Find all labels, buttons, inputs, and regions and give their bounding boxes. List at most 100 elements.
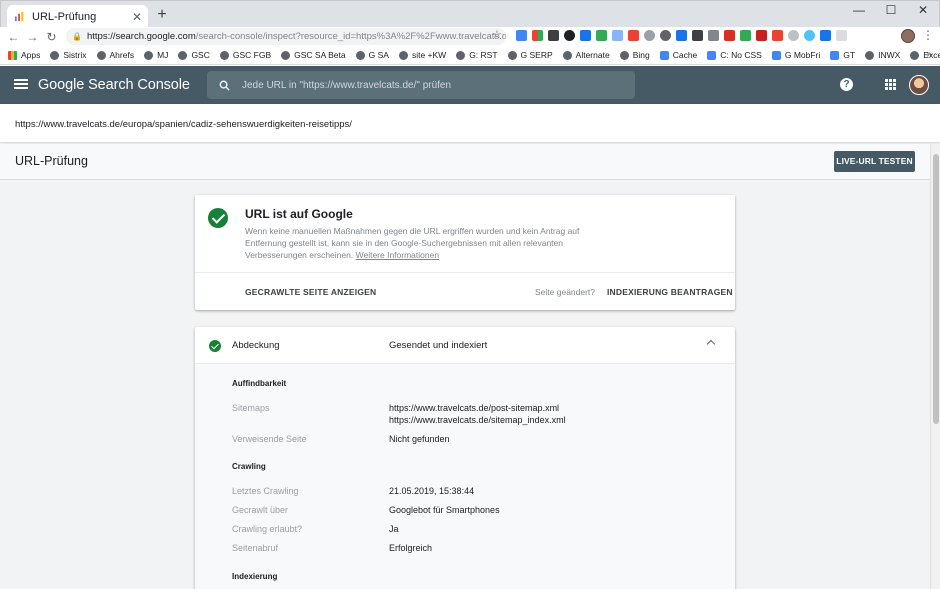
- extension-icon[interactable]: [580, 30, 591, 41]
- bookmark-item[interactable]: GT: [830, 50, 855, 60]
- bookmark-item[interactable]: MJ: [144, 50, 168, 60]
- bookmark-item[interactable]: GSC SA Beta: [281, 50, 346, 60]
- extension-icon[interactable]: [740, 30, 751, 41]
- url-inspect-search[interactable]: Jede URL in "https://www.travelcats.de/"…: [207, 71, 635, 99]
- extension-icon[interactable]: [708, 30, 719, 41]
- section-indexing: Indexierung: [232, 572, 278, 581]
- lock-icon: 🔒: [72, 32, 82, 41]
- menu-icon[interactable]: [14, 77, 28, 91]
- bookmark-favicon-icon: [281, 50, 291, 60]
- bookmark-item[interactable]: Cache: [659, 50, 697, 60]
- check-circle-icon: [209, 340, 221, 352]
- search-console-logo[interactable]: Google Search Console: [38, 77, 190, 93]
- bookmark-item[interactable]: GSC FGB: [219, 50, 271, 60]
- extension-icon[interactable]: [820, 30, 831, 41]
- search-icon: [219, 80, 230, 91]
- tab-title: URL-Prüfung: [32, 10, 97, 23]
- bookmark-favicon-icon: [456, 50, 466, 60]
- new-tab-button[interactable]: +: [154, 5, 170, 25]
- profile-avatar-icon[interactable]: [901, 29, 915, 43]
- browser-menu-icon[interactable]: ⋮: [922, 28, 934, 42]
- crawled-as-label: Gecrawlt über: [232, 505, 289, 515]
- scrollbar-thumb[interactable]: [933, 154, 939, 424]
- bookmark-label: G SA: [368, 50, 389, 60]
- maximize-icon[interactable]: ☐: [875, 1, 907, 23]
- coverage-details: Auffindbarkeit Sitemaps https://www.trav…: [195, 364, 735, 589]
- bookmark-label: G SERP: [520, 50, 553, 60]
- status-description: Wenn keine manuellen Maßnahmen gegen die…: [245, 225, 585, 261]
- last-crawl-label: Letztes Crawling: [232, 486, 299, 496]
- check-circle-icon: [208, 208, 228, 228]
- bookmark-favicon-icon: [507, 50, 517, 60]
- bookmark-item[interactable]: Apps: [8, 50, 40, 60]
- bookmark-item[interactable]: site +KW: [398, 50, 447, 60]
- crawl-allowed-value: Ja: [389, 524, 399, 534]
- request-indexing-button[interactable]: INDEXIERUNG BEANTRAGEN: [607, 287, 733, 297]
- scrollbar[interactable]: [930, 144, 940, 589]
- browser-tab[interactable]: URL-Prüfung ✕: [7, 5, 148, 28]
- bookmark-item[interactable]: Sistrix: [50, 50, 87, 60]
- bookmark-favicon-icon: [219, 50, 229, 60]
- extension-icon[interactable]: [532, 30, 543, 41]
- extension-icon[interactable]: [660, 30, 671, 41]
- extension-icon[interactable]: [836, 30, 847, 41]
- extension-icon[interactable]: [692, 30, 703, 41]
- view-crawled-page-button[interactable]: GECRAWLTE SEITE ANZEIGEN: [245, 287, 376, 297]
- referring-page-value: Nicht gefunden: [389, 434, 450, 444]
- sitemap-link[interactable]: https://www.travelcats.de/post-sitemap.x…: [389, 402, 566, 414]
- bookmark-item[interactable]: Ahrefs: [96, 50, 134, 60]
- bookmark-item[interactable]: G SERP: [507, 50, 553, 60]
- page-title: URL-Prüfung: [15, 154, 88, 168]
- bookmark-favicon-icon: [178, 50, 188, 60]
- bookmark-item[interactable]: C: No CSS: [707, 50, 762, 60]
- page-fetch-value: Erfolgreich: [389, 543, 433, 553]
- search-console-header: Google Search Console Jede URL in "https…: [0, 66, 940, 104]
- extension-icon[interactable]: [804, 30, 815, 41]
- bookmark-item[interactable]: Bing: [619, 50, 650, 60]
- bookmarks-bar: Apps Sistrix Ahrefs MJ GSC GSC FGB GSC SA Beta…: [0, 46, 940, 65]
- bookmark-item[interactable]: G SA: [355, 50, 389, 60]
- tab-close-icon[interactable]: ✕: [132, 10, 142, 24]
- extension-icon[interactable]: [644, 30, 655, 41]
- search-placeholder: Jede URL in "https://www.travelcats.de/"…: [242, 79, 452, 91]
- bookmark-item[interactable]: Alternate: [562, 50, 610, 60]
- bookmark-favicon-icon: [96, 50, 106, 60]
- minimize-icon[interactable]: —: [843, 1, 875, 23]
- extension-icon[interactable]: [516, 30, 527, 41]
- extension-icon[interactable]: [628, 30, 639, 41]
- extension-icon[interactable]: [564, 30, 575, 41]
- bookmark-item[interactable]: G: RST: [456, 50, 498, 60]
- account-avatar[interactable]: [909, 75, 929, 95]
- help-icon[interactable]: ?: [840, 78, 853, 91]
- extension-icon[interactable]: [788, 30, 799, 41]
- reload-icon[interactable]: ↻: [42, 30, 61, 44]
- chevron-up-icon[interactable]: [706, 339, 716, 349]
- extension-icon[interactable]: [548, 30, 559, 41]
- extension-icon[interactable]: [756, 30, 767, 41]
- extension-icon[interactable]: [596, 30, 607, 41]
- more-bookmarks-button[interactable]: »: [926, 49, 932, 60]
- bookmark-favicon-icon: [830, 50, 840, 60]
- coverage-header-row[interactable]: Abdeckung Gesendet und indexiert: [195, 327, 735, 364]
- bookmark-item[interactable]: G MobFri: [771, 50, 820, 60]
- bookmark-item[interactable]: GSC: [178, 50, 210, 60]
- google-apps-icon[interactable]: [885, 79, 896, 90]
- bookmark-item[interactable]: Excelformeln - FOR...: [910, 50, 940, 60]
- bookmark-label: site +KW: [411, 50, 447, 60]
- back-icon[interactable]: ←: [4, 30, 23, 44]
- learn-more-link[interactable]: Weitere Informationen: [356, 250, 439, 260]
- sitemap-link[interactable]: https://www.travelcats.de/sitemap_index.…: [389, 414, 566, 426]
- test-live-url-button[interactable]: LIVE-URL TESTEN: [834, 151, 915, 172]
- close-window-icon[interactable]: ✕: [907, 1, 939, 23]
- address-bar[interactable]: 🔒 https://search.google.com /search-cons…: [66, 28, 506, 45]
- extension-icon[interactable]: [676, 30, 687, 41]
- extension-icon[interactable]: [772, 30, 783, 41]
- extension-icon[interactable]: [724, 30, 735, 41]
- bookmark-star-icon[interactable]: ☆: [492, 28, 502, 41]
- bookmark-item[interactable]: INWX: [865, 50, 900, 60]
- bookmark-label: GT: [843, 50, 856, 60]
- forward-icon[interactable]: →: [23, 30, 42, 44]
- apps-grid-icon: [8, 50, 17, 60]
- extension-icon[interactable]: [612, 30, 623, 41]
- bookmark-favicon-icon: [398, 50, 408, 60]
